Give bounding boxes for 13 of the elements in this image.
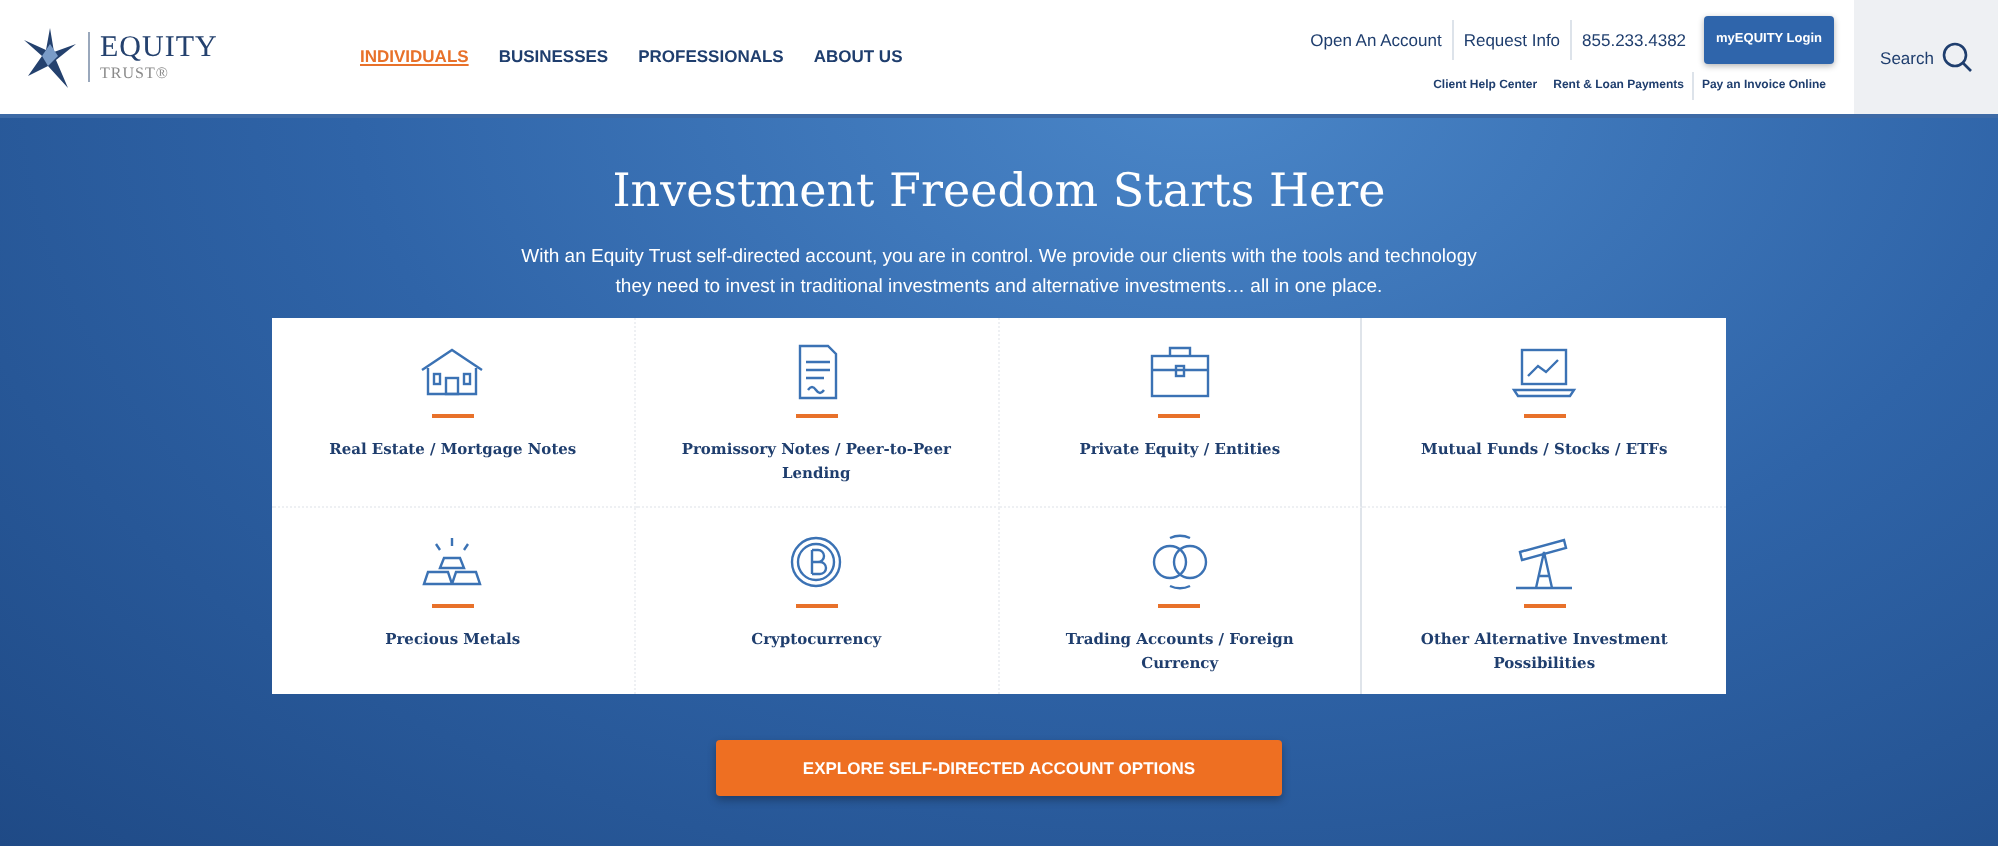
nav-link[interactable]: ABOUT US: [813, 45, 903, 65]
header-link[interactable]: Open An Account: [1300, 19, 1452, 59]
hero-title: Investment Freedom Starts Here: [612, 166, 1386, 218]
phone-link[interactable]: 855.233.4382: [1570, 19, 1697, 59]
nav-link[interactable]: BUSINESSES: [498, 45, 609, 65]
header-link[interactable]: Request Info: [1451, 19, 1571, 59]
hero-description: With an Equity Trust self-directed account, you are in control. We provide our clients with the tools and technology they need to invest in traditional investments and alternative investments… all in one place.: [519, 244, 1479, 302]
search-button[interactable]: Search: [1854, 0, 1998, 114]
search-icon: [1942, 42, 1972, 72]
logo-name: EQUITY: [100, 32, 218, 64]
star-logo-icon: [24, 27, 76, 87]
logo-subtitle: TRUST®: [100, 64, 171, 82]
nav-link[interactable]: PROFESSIONALS: [638, 45, 784, 65]
